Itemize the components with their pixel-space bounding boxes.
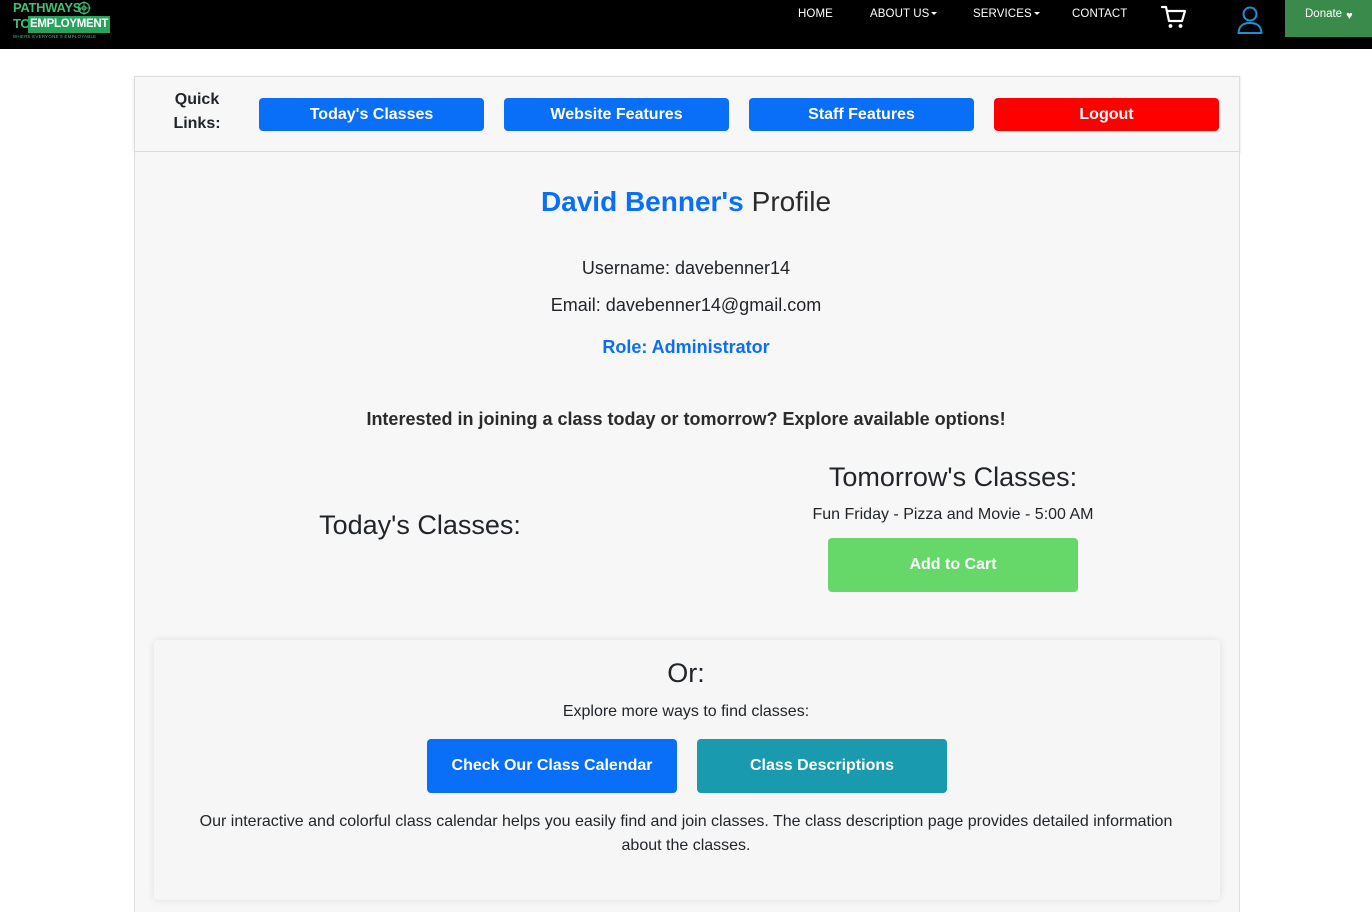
email-text: Email: davebenner14@gmail.com <box>550 295 822 315</box>
todays-classes-heading: Today's Classes: <box>319 510 521 540</box>
tomorrow-class-item: Fun Friday - Pizza and Movie - 5:00 AM <box>812 506 1094 523</box>
nav-about-us-label: ABOUT US <box>870 8 930 20</box>
nav-services[interactable]: SERVICES <box>973 8 1040 20</box>
donate-button[interactable]: Donate ♥ <box>1285 0 1372 37</box>
chevron-down-icon <box>931 12 938 15</box>
classes-prompt: Interested in joining a class today or t… <box>366 409 1006 429</box>
site-logo[interactable]: PATHWAYS TO EMPLOYMENT WHERE EVERYONE'S … <box>13 0 111 42</box>
chevron-down-icon <box>1033 12 1040 15</box>
quick-links-label: Quick Links: <box>173 91 221 132</box>
profile-title-word: Profile <box>751 186 832 217</box>
website-features-button[interactable]: Website Features <box>504 98 729 131</box>
nav-home[interactable]: HOME <box>798 8 833 20</box>
nav-about-us[interactable]: ABOUT US <box>870 8 938 20</box>
heart-icon: ♥ <box>1346 10 1353 22</box>
donate-label: Donate <box>1305 8 1343 20</box>
user-icon[interactable] <box>1236 5 1264 35</box>
quick-links-bar: Quick Links: Today's Classes Website Fea… <box>134 76 1240 152</box>
compass-icon <box>77 1 91 15</box>
logout-button[interactable]: Logout <box>994 98 1219 131</box>
nav-contact[interactable]: CONTACT <box>1072 8 1127 20</box>
username-text: Username: davebenner14 <box>581 258 791 278</box>
profile-title: David Benner's Profile <box>0 184 1372 220</box>
logo-line-employment: EMPLOYMENT <box>28 16 111 33</box>
section-description: Our interactive and colorful class calen… <box>199 813 1173 854</box>
staff-features-button[interactable]: Staff Features <box>749 98 974 131</box>
class-calendar-button[interactable]: Check Our Class Calendar <box>427 739 677 793</box>
profile-name: David Benner's <box>540 186 744 217</box>
add-to-cart-button[interactable]: Add to Cart <box>828 538 1078 592</box>
logo-line-pathways: PATHWAYS <box>13 0 82 15</box>
role-text: Role: Administrator <box>602 337 770 357</box>
explore-subtext: Explore more ways to find classes: <box>562 703 810 720</box>
todays-classes-button[interactable]: Today's Classes <box>259 98 484 131</box>
or-heading: Or: <box>667 658 705 688</box>
cart-icon[interactable] <box>1160 4 1188 30</box>
class-descriptions-button[interactable]: Class Descriptions <box>697 739 947 793</box>
nav-services-label: SERVICES <box>973 8 1032 20</box>
tomorrows-classes-heading: Tomorrow's Classes: <box>828 462 1078 492</box>
top-navbar: PATHWAYS TO EMPLOYMENT WHERE EVERYONE'S … <box>0 0 1372 49</box>
logo-tagline: WHERE EVERYONE'S EMPLOYABLE <box>13 34 97 39</box>
